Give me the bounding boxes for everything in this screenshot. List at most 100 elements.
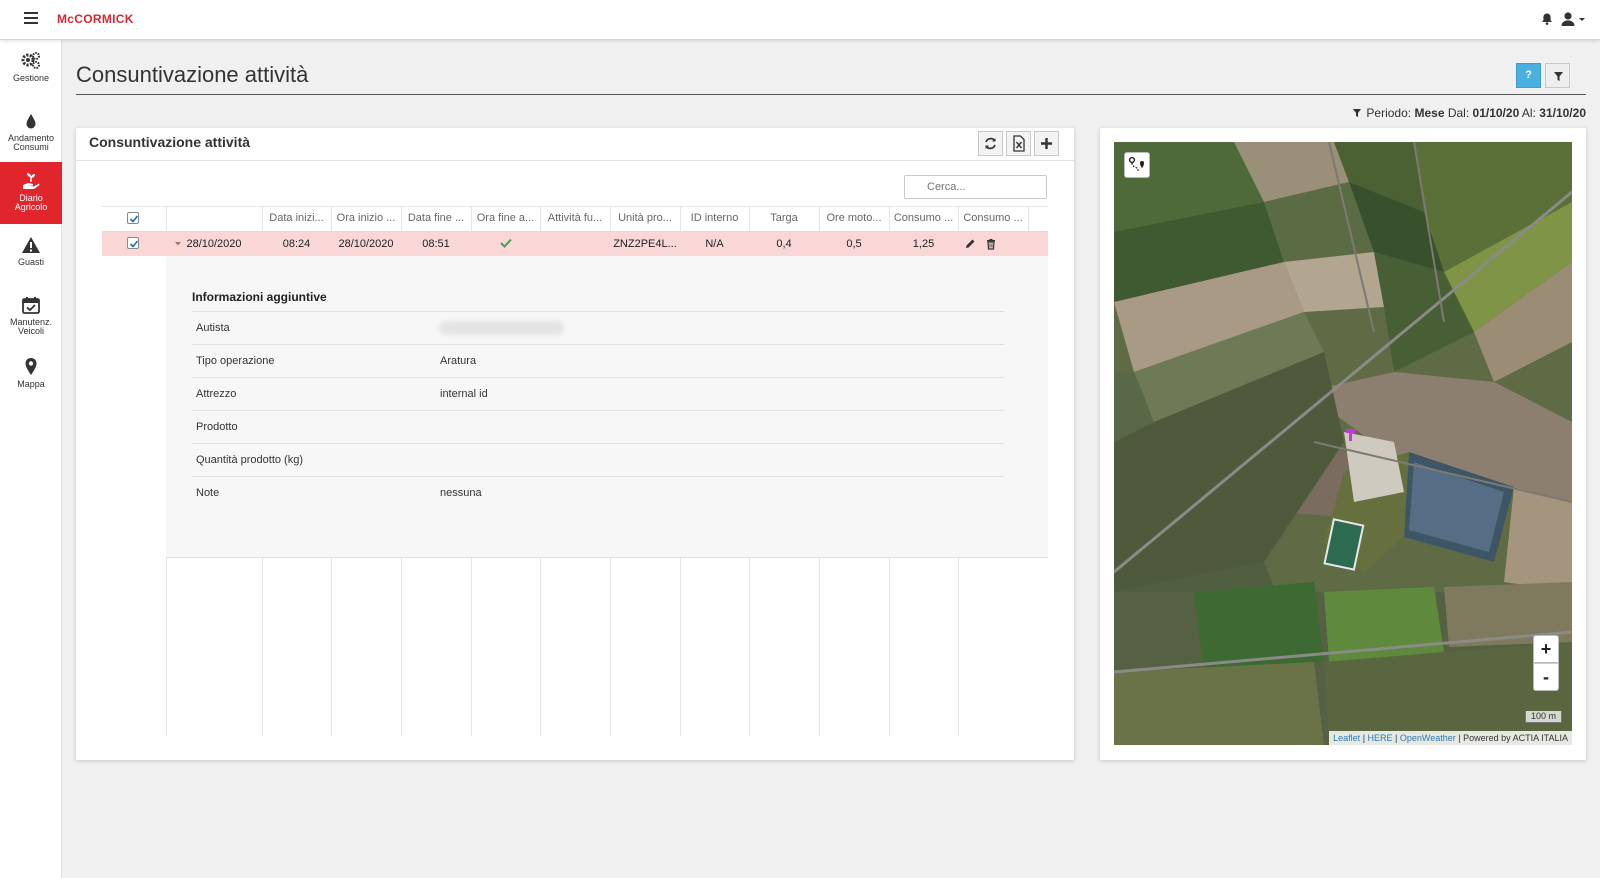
sidebar-item-label: Mappa	[17, 379, 45, 389]
cell-attivita	[471, 232, 540, 256]
satellite-imagery	[1114, 142, 1572, 745]
activities-panel: Consuntivazione attività Cerca... Data i…	[76, 128, 1074, 760]
trash-icon[interactable]	[985, 238, 997, 250]
panel-divider	[76, 160, 1074, 161]
column-header-ora-fine[interactable]: Ora fine a...	[471, 206, 540, 231]
warning-icon	[22, 237, 40, 253]
refresh-button[interactable]	[978, 131, 1003, 156]
detail-value: internal id	[440, 388, 488, 400]
user-menu-icon[interactable]	[1560, 11, 1586, 27]
refresh-icon	[985, 137, 996, 150]
column-header-ore-moto[interactable]: Ore moto...	[819, 206, 889, 231]
add-button[interactable]	[1034, 131, 1059, 156]
sidebar-item-diario-agricolo[interactable]: Diario Agricolo	[0, 162, 62, 224]
detail-key: Autista	[196, 322, 230, 334]
column-header-consumo[interactable]: Consumo ...	[889, 206, 958, 231]
plus-icon	[1041, 138, 1052, 149]
gears-icon	[21, 52, 40, 69]
column-header-data-fine[interactable]: Data fine ...	[401, 206, 471, 231]
zoom-out-button[interactable]: -	[1533, 663, 1559, 691]
sidebar-item-label: Guasti	[17, 257, 44, 267]
detail-row-quantita-prodotto: Quantità prodotto (kg)	[192, 443, 1004, 476]
cell-ora-fine: 08:51	[422, 238, 450, 250]
table-row[interactable]: 28/10/2020 08:24 28/10/2020 08:51 ZNZ2PE…	[102, 232, 1048, 256]
cell-targa: N/A	[705, 238, 724, 250]
column-header-data-inizio[interactable]: Data inizi...	[262, 206, 331, 231]
menu-icon[interactable]	[24, 12, 38, 24]
period-mode: Mese	[1414, 106, 1445, 120]
column-divider	[1028, 206, 1029, 232]
detail-row-prodotto: Prodotto	[192, 410, 1004, 443]
sidebar-item-label: Gestione	[12, 73, 50, 83]
period-filter-summary: Periodo: Mese Dal: 01/10/20 Al: 31/10/20	[1352, 106, 1586, 120]
sidebar-item-andamento-consumi[interactable]: Andamento Consumi	[0, 102, 62, 164]
cell-ore-moto: 0,4	[776, 238, 792, 250]
column-header-ora-inizio[interactable]: Ora inizio ...	[331, 206, 401, 231]
column-header-unita[interactable]: Unità pro...	[610, 206, 680, 231]
excel-file-icon	[1013, 135, 1025, 152]
route-icon	[1128, 156, 1144, 172]
search-input[interactable]	[904, 175, 1047, 199]
period-to-label: Al:	[1521, 106, 1536, 120]
period-to: 31/10/20	[1539, 106, 1586, 120]
detail-row-note: Note nessuna	[192, 476, 1004, 509]
leaflet-link[interactable]: Leaflet	[1333, 733, 1360, 743]
sidebar-item-label: Diario Agricolo	[14, 193, 48, 212]
here-link[interactable]: HERE	[1368, 733, 1393, 743]
funnel-icon	[1554, 72, 1563, 81]
cell-id-interno: ZNZ2PE4L...	[613, 238, 677, 250]
check-icon	[129, 240, 139, 248]
sidebar-item-gestione[interactable]: Gestione	[0, 42, 62, 104]
filter-button[interactable]	[1545, 63, 1570, 88]
checkmark-icon	[499, 238, 512, 248]
powered-by-text: Powered by ACTIA ITALIA	[1463, 733, 1568, 743]
map-pin-icon	[25, 358, 37, 375]
openweather-link[interactable]: OpenWeather	[1400, 733, 1456, 743]
sidebar-item-mappa[interactable]: Mappa	[0, 348, 62, 410]
cell-consumo-2: 1,25	[912, 238, 935, 250]
sidebar-item-label: Manutenz. Veicoli	[9, 317, 53, 336]
row-checkbox[interactable]	[127, 237, 139, 249]
cell-unita	[540, 232, 610, 256]
detail-value: Aratura	[440, 355, 477, 367]
sidebar-item-guasti[interactable]: Guasti	[0, 226, 62, 288]
activities-table: Data inizi... Ora inizio ... Data fine .…	[102, 206, 1048, 736]
period-from-label: Dal:	[1447, 106, 1470, 120]
top-bar: McCORMICK	[0, 0, 1600, 40]
column-header-targa[interactable]: Targa	[749, 206, 819, 231]
sidebar-item-label: Andamento Consumi	[7, 133, 55, 152]
row-details: Informazioni aggiuntive Autista Tipo ope…	[166, 256, 1048, 558]
map-scale: 100 m	[1524, 711, 1562, 723]
map-panel: + - 100 m Leaflet | HERE | OpenWeather |…	[1100, 128, 1586, 760]
sidebar-item-manutenz-veicoli[interactable]: Manutenz. Veicoli	[0, 286, 62, 348]
detail-value: nessuna	[440, 487, 482, 499]
cell-data-fine: 28/10/2020	[338, 238, 394, 250]
edit-pencil-icon[interactable]	[964, 238, 976, 250]
export-excel-button[interactable]	[1006, 131, 1031, 156]
period-from: 01/10/20	[1472, 106, 1520, 120]
route-button[interactable]	[1124, 152, 1150, 178]
column-header-consumo-2[interactable]: Consumo ...	[958, 206, 1028, 231]
zoom-in-button[interactable]: +	[1533, 635, 1559, 663]
satellite-map[interactable]: + - 100 m Leaflet | HERE | OpenWeather |…	[1114, 142, 1572, 745]
bell-icon[interactable]	[1540, 12, 1554, 26]
check-icon	[129, 215, 139, 223]
help-button[interactable]: ?	[1516, 63, 1541, 88]
cell-data-inizio: 28/10/2020	[186, 238, 242, 250]
column-header-id-interno[interactable]: ID interno	[680, 206, 749, 231]
detail-key: Attrezzo	[196, 388, 237, 400]
details-title: Informazioni aggiuntive	[192, 290, 327, 304]
select-all-checkbox[interactable]	[127, 212, 139, 224]
map-attribution: Leaflet | HERE | OpenWeather | Powered b…	[1329, 731, 1572, 745]
title-divider	[76, 94, 1586, 95]
detail-key: Note	[196, 487, 220, 499]
brand-logo: McCORMICK	[57, 12, 134, 26]
plant-hand-icon	[23, 173, 40, 189]
detail-row-tipo-operazione: Tipo operazione Aratura	[192, 344, 1004, 377]
detail-key: Tipo operazione	[196, 355, 275, 367]
cell-ora-inizio: 08:24	[282, 238, 311, 250]
panel-title: Consuntivazione attività	[89, 134, 251, 150]
period-prefix: Periodo:	[1366, 106, 1412, 120]
column-header-attivita[interactable]: Attività fu...	[540, 206, 610, 231]
cell-consumo: 0,5	[846, 238, 862, 250]
